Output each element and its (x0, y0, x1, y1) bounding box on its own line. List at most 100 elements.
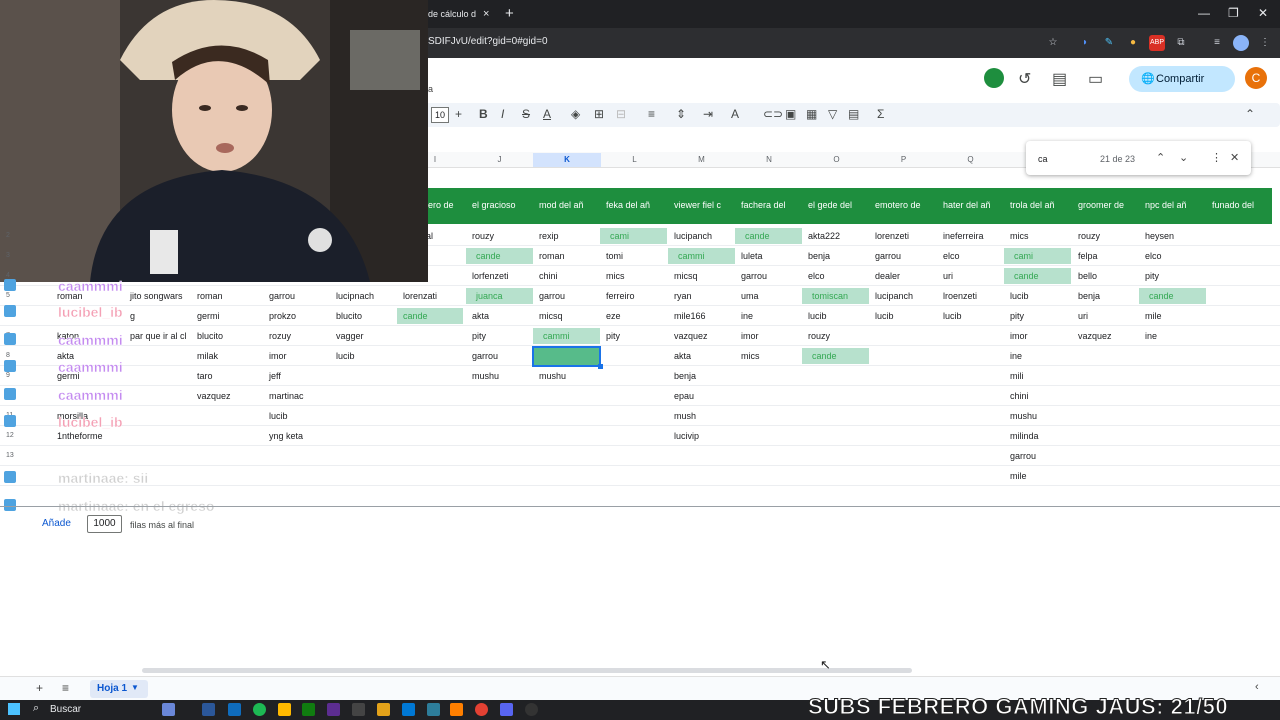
cell[interactable]: garrou (741, 268, 767, 284)
cell[interactable]: juanca (466, 288, 533, 304)
filter-icon[interactable]: ▽ (828, 107, 837, 121)
column-header[interactable]: M (668, 153, 735, 167)
windows-start-icon[interactable] (8, 703, 20, 715)
link-icon[interactable]: ⊂⊃ (763, 107, 783, 121)
italic-button[interactable]: I (501, 107, 504, 121)
cell[interactable]: mics (741, 348, 760, 364)
cell[interactable]: lucivip (674, 428, 699, 444)
cell[interactable]: cande (735, 228, 802, 244)
cell[interactable]: cami (600, 228, 667, 244)
cell[interactable]: akta (674, 348, 691, 364)
cell[interactable]: ine (741, 308, 753, 324)
cell[interactable]: micsq (539, 308, 563, 324)
taskbar-app-icon[interactable] (228, 703, 241, 716)
taskbar-app-icon[interactable] (162, 703, 175, 716)
extension-icon[interactable]: ✎ (1101, 35, 1117, 51)
category-header[interactable]: hater del añ (943, 200, 991, 210)
comments-icon[interactable]: ▤ (1052, 69, 1067, 89)
cell[interactable]: ine (1010, 348, 1022, 364)
video-call-icon[interactable]: ▭ (1088, 69, 1103, 89)
cell[interactable]: lroenzeti (943, 288, 977, 304)
cell[interactable]: cande (397, 308, 463, 324)
column-header[interactable]: J (466, 153, 533, 167)
taskbar-app-icon[interactable] (402, 703, 415, 716)
cell[interactable]: lucib (1010, 288, 1029, 304)
row-number[interactable]: 13 (6, 452, 14, 459)
category-header[interactable]: groomer de (1078, 200, 1124, 210)
taskbar-app-icon[interactable] (450, 703, 463, 716)
column-header[interactable]: L (601, 153, 668, 167)
cell[interactable]: garrou (472, 348, 498, 364)
cell[interactable]: lucipnach (336, 288, 374, 304)
taskbar-app-icon[interactable] (352, 703, 365, 716)
cell[interactable]: lucib (269, 408, 288, 424)
chevron-down-icon[interactable]: ▼ (131, 683, 139, 692)
taskbar-search[interactable]: Buscar (50, 704, 81, 715)
cell[interactable]: cande (1004, 268, 1071, 284)
cell[interactable]: akta222 (808, 228, 840, 244)
cell[interactable]: rexip (539, 228, 559, 244)
cell[interactable]: martinac (269, 388, 304, 404)
taskbar-app-icon[interactable] (278, 703, 291, 716)
category-header[interactable]: emotero de (875, 200, 921, 210)
column-header[interactable]: Q (937, 153, 1004, 167)
category-header[interactable]: feka del añ (606, 200, 650, 210)
fill-handle[interactable] (598, 364, 603, 369)
text-rotation-icon[interactable]: A (731, 107, 739, 121)
cell[interactable]: elco (808, 268, 825, 284)
cell[interactable]: lucib (336, 348, 355, 364)
cell[interactable]: rouzy (1078, 228, 1100, 244)
cell[interactable]: imor (741, 328, 759, 344)
merge-cells-icon[interactable]: ⊟ (616, 107, 626, 121)
fill-color-icon[interactable]: ◈ (571, 107, 580, 121)
selected-cell[interactable] (532, 346, 601, 367)
cell[interactable]: lorenzeti (875, 228, 909, 244)
doc-title[interactable]: a (428, 84, 433, 94)
restore-button[interactable]: ❐ (1228, 5, 1239, 21)
column-header[interactable]: P (870, 153, 937, 167)
reading-list-icon[interactable]: ≡ (1209, 35, 1225, 51)
taskbar-app-icon[interactable] (327, 703, 340, 716)
adblock-icon[interactable]: ABP (1149, 35, 1165, 51)
column-header[interactable]: I (428, 153, 442, 167)
cell[interactable]: blucito (336, 308, 362, 324)
category-header[interactable]: el gede del (808, 200, 852, 210)
cell[interactable]: akta (472, 308, 489, 324)
cell[interactable]: germi (197, 308, 220, 324)
find-next-icon[interactable]: ⌄ (1179, 151, 1188, 164)
cell[interactable]: vagger (336, 328, 364, 344)
cell[interactable]: mush (674, 408, 696, 424)
horizontal-scrollbar[interactable] (142, 668, 912, 673)
cell[interactable]: lucipanch (875, 288, 913, 304)
category-header[interactable]: mod del añ (539, 200, 584, 210)
cell[interactable]: ryan (674, 288, 692, 304)
cell[interactable]: lucib (875, 308, 894, 324)
cell[interactable]: vazquez (674, 328, 708, 344)
extension-icon[interactable]: ● (1125, 35, 1141, 51)
new-tab-button[interactable]: + (505, 4, 514, 24)
sheet-tab[interactable]: Hoja 1 (90, 680, 148, 698)
all-sheets-icon[interactable]: ≡ (62, 681, 69, 695)
obs-taskbar-icon[interactable] (525, 703, 538, 716)
cell[interactable]: mushu (1010, 408, 1037, 424)
taskbar-app-icon[interactable] (377, 703, 390, 716)
cell[interactable]: chini (539, 268, 558, 284)
cell[interactable]: mics (1010, 228, 1029, 244)
sheet-nav-icon[interactable]: ‹ (1255, 681, 1259, 693)
column-header[interactable]: N (735, 153, 803, 167)
cell[interactable]: garrou (269, 288, 295, 304)
cell[interactable]: pity (1145, 268, 1159, 284)
cell[interactable]: tomiscan (802, 288, 869, 304)
cell[interactable]: uri (943, 268, 953, 284)
text-color-button[interactable]: A (543, 107, 551, 121)
category-header[interactable]: npc del añ (1145, 200, 1187, 210)
cell[interactable]: vazquez (197, 388, 231, 404)
cell[interactable]: garrou (539, 288, 565, 304)
close-window-button[interactable]: ✕ (1258, 5, 1268, 21)
cell[interactable]: heysen (1145, 228, 1174, 244)
text-wrap-icon[interactable]: ⇥ (703, 107, 713, 121)
category-header[interactable]: ero de (428, 200, 454, 210)
cell[interactable]: cande (802, 348, 869, 364)
extension-icon[interactable]: ◗ (1077, 35, 1093, 51)
cell[interactable]: yng keta (269, 428, 303, 444)
